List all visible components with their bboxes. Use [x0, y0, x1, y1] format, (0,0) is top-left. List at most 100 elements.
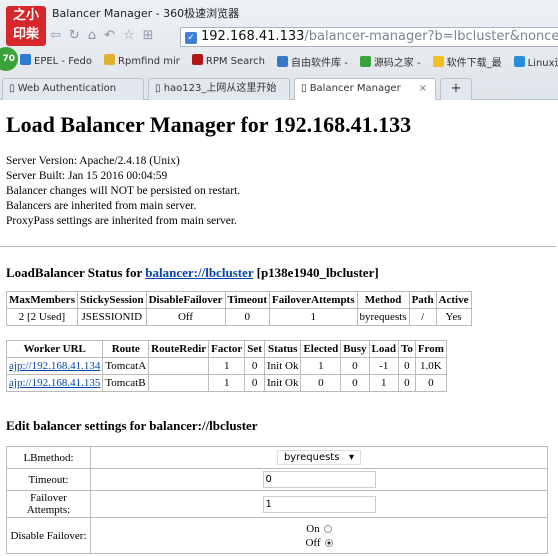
failover-label: Failover Attempts: [6, 490, 91, 518]
worker-table: Worker URL Route RouteRedir Factor Set Status… [5, 340, 447, 392]
home-icon[interactable]: ⌂ [88, 28, 96, 43]
bookmark-icon [359, 56, 371, 67]
page-title: Load Balancer Manager for 192.168.41.133 [6, 112, 412, 137]
table-cell: 0 [398, 374, 416, 392]
bookmark-item[interactable]: Rpmfind mir [104, 54, 180, 69]
close-icon[interactable]: × [419, 79, 427, 99]
address-bar[interactable]: ✓ 192.168.41.133/balancer-manager?b=lbclu… [180, 27, 558, 47]
balancer-link[interactable]: balancer://lbcluster [145, 265, 253, 280]
column-header: RouteRedir [148, 340, 210, 358]
server-info: Server Version: Apache/2.4.18 (Unix) Serv… [6, 154, 558, 229]
bookmark-icon [104, 54, 116, 65]
bookmark-item[interactable]: Linux运维里 [513, 54, 558, 69]
table-cell: 1.0K [414, 357, 447, 375]
table-cell: 0 [340, 357, 370, 375]
bookmark-item[interactable]: 自由软件库 - [277, 54, 348, 69]
page-icon: ▯ [301, 83, 310, 94]
table-cell: -1 [368, 357, 400, 375]
info-line: Server Built: Jan 15 2016 00:04:59 [6, 170, 168, 182]
nav-toolbar: ⇦ ↻ ⌂ ↶ ☆ ⊞ [50, 28, 154, 43]
edit-heading: Edit balancer settings for balancer://lb… [6, 418, 258, 433]
window-title: Balancer Manager - 360极速浏览器 [52, 7, 240, 20]
back-icon[interactable]: ⇦ [50, 28, 61, 43]
header-row: MaxMembers StickySession DisableFailover Ti… [6, 291, 472, 309]
table-cell: 0 [300, 374, 342, 392]
bookmark-icon [432, 56, 444, 67]
column-header: StickySession [76, 291, 147, 309]
column-header: Method [356, 291, 410, 309]
worker-link[interactable]: ajp://192.168.41.135 [9, 377, 100, 389]
status-heading: LoadBalancer Status for balancer://lbclu… [6, 265, 379, 280]
lbmethod-select[interactable]: byrequests ▾ [276, 450, 362, 465]
table-cell: 2 [2 Used] [6, 308, 78, 326]
column-header: Worker URL [5, 340, 104, 358]
table-cell: JSESSIONID [76, 308, 147, 326]
column-header: Status [263, 340, 302, 358]
shield-icon: ✓ [185, 32, 197, 44]
timeout-input[interactable]: 0 [262, 471, 376, 488]
bookmark-icon [191, 54, 203, 65]
column-header: Route [102, 340, 150, 358]
disable-failover-off-radio[interactable] [324, 538, 333, 547]
bookmark-icon [513, 56, 525, 67]
column-header: Path [408, 291, 437, 309]
timeout-label: Timeout: [6, 468, 91, 491]
table-cell: Init Ok [263, 357, 302, 375]
page-icon: ▯ [155, 83, 164, 94]
page-content: Load Balancer Manager for 192.168.41.133… [0, 108, 558, 554]
column-header: Set [244, 340, 265, 358]
bookmark-item[interactable]: EPEL - Fedo [20, 54, 92, 69]
column-header: From [414, 340, 447, 358]
table-cell: 0 [224, 308, 271, 326]
badge[interactable]: 70 [0, 47, 18, 71]
column-header: Elected [300, 340, 342, 358]
table-row: ajp://192.168.41.134 TomcatA 1 0 Init Ok 1 0 -1… [5, 357, 447, 375]
header-row: Worker URL Route RouteRedir Factor Set Status… [5, 340, 447, 358]
star-icon[interactable]: ☆ [123, 28, 135, 43]
tab[interactable]: ▯ hao123_上网从这里开始 [148, 78, 290, 100]
table-cell: Off [145, 308, 226, 326]
info-line: Balancer changes will NOT be persisted o… [6, 185, 241, 197]
table-cell: ajp://192.168.41.135 [5, 374, 104, 392]
column-header: Load [368, 340, 400, 358]
grid-icon[interactable]: ⊞ [143, 28, 154, 43]
column-header: Timeout [224, 291, 271, 309]
divider [0, 246, 556, 247]
table-cell: TomcatA [102, 357, 150, 375]
table-cell: 1 [368, 374, 400, 392]
table-cell: / [408, 308, 437, 326]
tab[interactable]: ▯ Balancer Manager × [294, 78, 436, 100]
failover-input[interactable]: 1 [262, 495, 376, 513]
disable-failover-on-radio[interactable] [323, 524, 332, 533]
lbmethod-label: LBmethod: [6, 446, 91, 469]
column-header: Active [435, 291, 472, 309]
bookmark-icon [20, 54, 31, 65]
table-cell: Yes [435, 308, 472, 326]
refresh-icon[interactable]: ↻ [69, 28, 80, 43]
column-header: MaxMembers [6, 291, 78, 309]
column-header: Busy [340, 340, 370, 358]
bookmark-item[interactable]: RPM Search [191, 54, 265, 69]
column-header: DisableFailover [145, 291, 226, 309]
bookmark-icon [277, 56, 289, 67]
table-cell: 0 [340, 374, 370, 392]
table-cell: 0 [244, 357, 265, 375]
table-row: 2 [2 Used] JSESSIONID Off 0 1 byrequests / Yes [6, 308, 472, 326]
edit-form: LBmethod: byrequests ▾ Timeout: 0 Failover… [6, 446, 548, 554]
table-cell: 0 [398, 357, 416, 375]
table-cell: Init Ok [263, 374, 302, 392]
table-cell: 1 [208, 357, 246, 375]
worker-link[interactable]: ajp://192.168.41.134 [9, 360, 100, 372]
tab[interactable]: ▯ Web Authentication [2, 78, 144, 100]
table-cell: 0 [414, 374, 447, 392]
bookmark-item[interactable]: 软件下载_最 [432, 54, 502, 69]
tab-strip: ▯ Web Authentication ▯ hao123_上网从这里开始 ▯ Ba… [0, 76, 472, 100]
info-line: Balancers are inherited from main server… [6, 200, 197, 212]
table-cell: 1 [269, 308, 358, 326]
bookmarks-bar: EPEL - Fedo Rpmfind mir RPM Search 自由软件库 - 源… [20, 54, 558, 69]
undo-icon[interactable]: ↶ [104, 28, 115, 43]
column-header: Factor [208, 340, 246, 358]
disable-failover-label: Disable Failover: [6, 517, 91, 554]
bookmark-item[interactable]: 源码之家 - [359, 54, 421, 69]
new-tab-button[interactable]: + [440, 78, 472, 100]
